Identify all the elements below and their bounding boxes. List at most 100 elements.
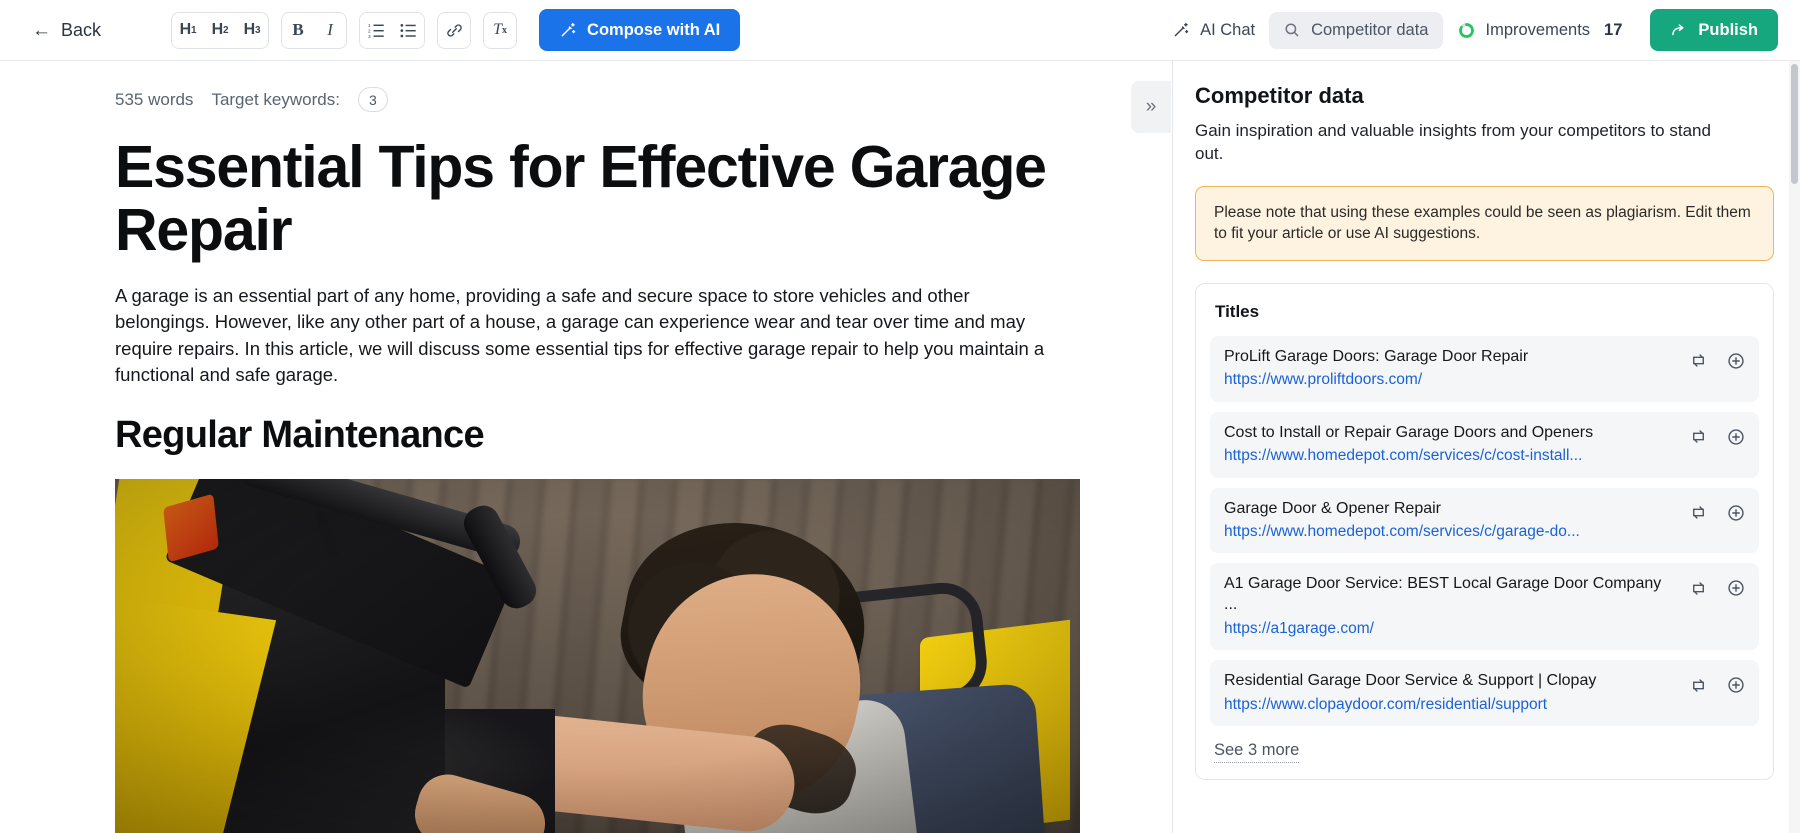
svg-text:3: 3 — [368, 34, 371, 39]
list-item-url[interactable]: https://www.clopaydoor.com/residential/s… — [1224, 695, 1606, 715]
main-body: 535 words Target keywords: 3 Essential T… — [0, 61, 1800, 833]
list-item-url[interactable]: https://www.homedepot.com/services/c/gar… — [1224, 522, 1606, 542]
heading-1-sub: 1 — [191, 24, 197, 36]
back-button[interactable]: ← Back — [24, 14, 109, 47]
panel-content: Competitor data Gain inspiration and val… — [1173, 61, 1800, 833]
motorcycle-repair-photo — [115, 479, 1080, 833]
clear-format-sub: x — [501, 24, 507, 36]
heading-3-button[interactable]: H3 — [236, 13, 268, 48]
heading-3-sub: 3 — [255, 24, 261, 36]
page-title[interactable]: Essential Tips for Effective Garage Repa… — [115, 136, 1060, 261]
heading-2-sub: 2 — [223, 24, 229, 36]
window-scrollbar-track[interactable] — [1789, 61, 1800, 833]
list-item-content: A1 Garage Door Service: BEST Local Garag… — [1224, 574, 1677, 639]
editor-pane[interactable]: 535 words Target keywords: 3 Essential T… — [0, 61, 1172, 833]
list-item-content: Garage Door & Opener Repair https://www.… — [1224, 499, 1677, 543]
svg-text:1: 1 — [368, 23, 371, 28]
magic-wand-icon — [561, 22, 576, 37]
swap-arrows-icon[interactable] — [1687, 577, 1709, 599]
list-item-content: Residential Garage Door Service & Suppor… — [1224, 671, 1677, 715]
link-tool-group — [437, 11, 472, 49]
swap-arrows-icon[interactable] — [1687, 674, 1709, 696]
list-item[interactable]: Garage Door & Opener Repair https://www.… — [1210, 487, 1759, 554]
improvements-button[interactable]: Improvements 17 — [1443, 12, 1637, 49]
list-item-title: Cost to Install or Repair Garage Doors a… — [1224, 423, 1594, 441]
heading-1-label: H — [179, 21, 192, 38]
titles-card-heading: Titles — [1215, 301, 1260, 321]
plus-circle-icon[interactable] — [1725, 577, 1747, 599]
text-style-tool-group: B I — [281, 11, 348, 49]
list-item-content: ProLift Garage Doors: Garage Door Repair… — [1224, 347, 1677, 391]
panel-title: Competitor data — [1195, 83, 1364, 108]
list-item-actions — [1687, 499, 1747, 524]
plus-circle-icon[interactable] — [1725, 502, 1747, 524]
list-item-actions — [1687, 671, 1747, 696]
search-icon — [1285, 23, 1299, 37]
heading-tool-group: H1 H2 H3 — [171, 11, 270, 49]
list-item-url[interactable]: https://a1garage.com/ — [1224, 619, 1606, 639]
window-scrollbar-thumb[interactable] — [1791, 64, 1798, 184]
back-label: Back — [61, 19, 102, 40]
list-item-title: A1 Garage Door Service: BEST Local Garag… — [1224, 575, 1662, 614]
share-arrow-icon — [1672, 24, 1684, 36]
italic-button[interactable]: I — [314, 13, 346, 48]
plus-circle-icon[interactable] — [1725, 674, 1747, 696]
section-heading-regular-maintenance[interactable]: Regular Maintenance — [115, 414, 1060, 457]
ai-chat-button[interactable]: AI Chat — [1158, 12, 1269, 49]
publish-label: Publish — [1698, 20, 1758, 39]
word-count: 535 words — [115, 89, 194, 109]
swap-arrows-icon[interactable] — [1687, 350, 1709, 372]
ai-chat-label: AI Chat — [1200, 20, 1256, 39]
editor-content: 535 words Target keywords: 3 Essential T… — [0, 61, 1080, 833]
svg-text:2: 2 — [368, 28, 371, 33]
swap-arrows-icon[interactable] — [1687, 502, 1709, 524]
link-icon — [446, 23, 462, 37]
competitor-data-button[interactable]: Competitor data — [1269, 11, 1443, 49]
target-keywords-count-badge[interactable]: 3 — [357, 87, 388, 112]
heading-2-button[interactable]: H2 — [204, 13, 236, 48]
ordered-list-icon: 1 2 3 — [368, 23, 384, 39]
intro-paragraph[interactable]: A garage is an essential part of any hom… — [115, 283, 1060, 388]
clear-format-tool-group: Tx — [483, 11, 518, 49]
link-button[interactable] — [438, 13, 470, 48]
clear-formatting-button[interactable]: Tx — [484, 13, 516, 48]
magic-wand-icon — [1174, 22, 1189, 37]
heading-1-button[interactable]: H1 — [172, 13, 204, 48]
list-item[interactable]: A1 Garage Door Service: BEST Local Garag… — [1210, 563, 1759, 651]
document-meta-row: 535 words Target keywords: 3 — [115, 87, 1060, 112]
article-image[interactable] — [115, 479, 1080, 833]
plus-circle-icon[interactable] — [1725, 350, 1747, 372]
list-item-title: ProLift Garage Doors: Garage Door Repair — [1224, 347, 1529, 365]
list-item-actions — [1687, 574, 1747, 599]
compose-with-ai-button[interactable]: Compose with AI — [539, 9, 741, 51]
top-toolbar: ← Back H1 H2 H3 B I 1 2 3 T x Compose wi… — [0, 0, 1800, 61]
bullet-list-button[interactable] — [392, 13, 424, 48]
panel-subtitle: Gain inspiration and valuable insights f… — [1195, 121, 1711, 164]
plagiarism-warning: Please note that using these examples co… — [1195, 185, 1774, 261]
list-item-title: Residential Garage Door Service & Suppor… — [1224, 672, 1597, 690]
target-keywords-label: Target keywords: — [211, 89, 340, 109]
swap-arrows-icon[interactable] — [1687, 426, 1709, 448]
bullet-list-icon — [400, 23, 416, 37]
list-item-actions — [1687, 347, 1747, 372]
list-item-title: Garage Door & Opener Repair — [1224, 499, 1441, 517]
list-item[interactable]: Cost to Install or Repair Garage Doors a… — [1210, 411, 1759, 478]
list-item-url[interactable]: https://www.proliftdoors.com/ — [1224, 370, 1606, 390]
list-item-actions — [1687, 423, 1747, 448]
list-item[interactable]: Residential Garage Door Service & Suppor… — [1210, 660, 1759, 727]
bold-button[interactable]: B — [282, 13, 314, 48]
titles-card: Titles ProLift Garage Doors: Garage Door… — [1195, 282, 1774, 781]
competitor-data-panel: » Competitor data Gain inspiration and v… — [1131, 61, 1800, 833]
collapse-panel-button[interactable]: » — [1131, 81, 1171, 133]
see-more-link[interactable]: See 3 more — [1214, 741, 1300, 764]
ordered-list-button[interactable]: 1 2 3 — [360, 13, 392, 48]
list-item[interactable]: ProLift Garage Doors: Garage Door Repair… — [1210, 335, 1759, 402]
clear-format-label: T — [493, 21, 502, 38]
chevron-double-right-icon: » — [1145, 96, 1157, 117]
competitor-data-label: Competitor data — [1311, 20, 1429, 39]
plus-circle-icon[interactable] — [1725, 426, 1747, 448]
progress-ring-icon — [1458, 22, 1474, 38]
list-item-url[interactable]: https://www.homedepot.com/services/c/cos… — [1224, 446, 1606, 466]
arrow-left-icon: ← — [32, 19, 51, 41]
publish-button[interactable]: Publish — [1650, 9, 1778, 51]
